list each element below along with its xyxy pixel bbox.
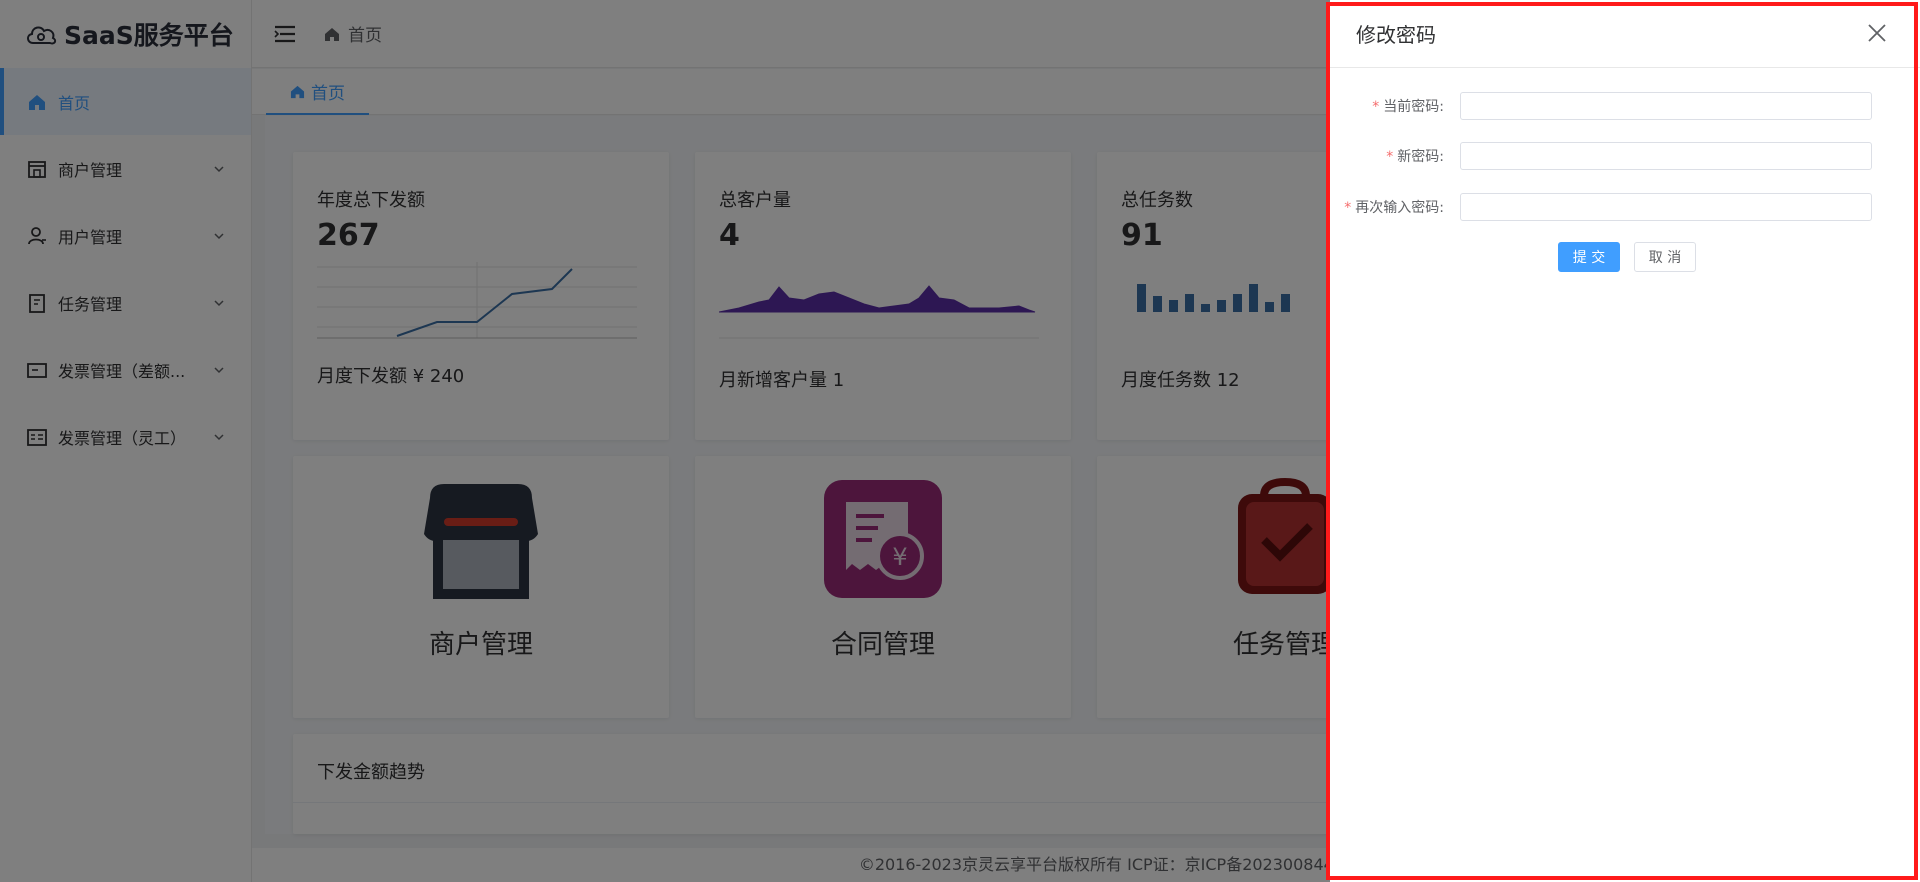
- submit-button[interactable]: 提 交: [1558, 242, 1620, 272]
- required-mark: *: [1344, 200, 1352, 216]
- form-row-current-password: * 当前密码:: [1330, 91, 1872, 121]
- required-mark: *: [1386, 149, 1394, 165]
- confirm-password-input[interactable]: [1460, 193, 1872, 221]
- new-password-input[interactable]: [1460, 142, 1872, 170]
- drawer-title: 修改密码: [1356, 23, 1436, 47]
- form-row-new-password: * 新密码:: [1330, 141, 1872, 171]
- current-password-input[interactable]: [1460, 92, 1872, 120]
- close-icon[interactable]: [1866, 22, 1888, 44]
- cancel-button[interactable]: 取 消: [1634, 242, 1696, 272]
- field-label: * 当前密码:: [1330, 96, 1460, 116]
- field-label: * 再次输入密码:: [1330, 197, 1460, 217]
- field-label-text: 再次输入密码:: [1355, 200, 1444, 216]
- required-mark: *: [1372, 99, 1380, 115]
- field-label-text: 新密码:: [1397, 149, 1444, 165]
- change-password-drawer: 修改密码 * 当前密码: * 新密码: * 再次输入密码: 提 交 取 消: [1330, 0, 1920, 882]
- drawer-header: 修改密码: [1330, 0, 1920, 68]
- field-label: * 新密码:: [1330, 146, 1460, 166]
- field-label-text: 当前密码:: [1383, 99, 1444, 115]
- form-row-confirm-password: * 再次输入密码:: [1330, 192, 1872, 222]
